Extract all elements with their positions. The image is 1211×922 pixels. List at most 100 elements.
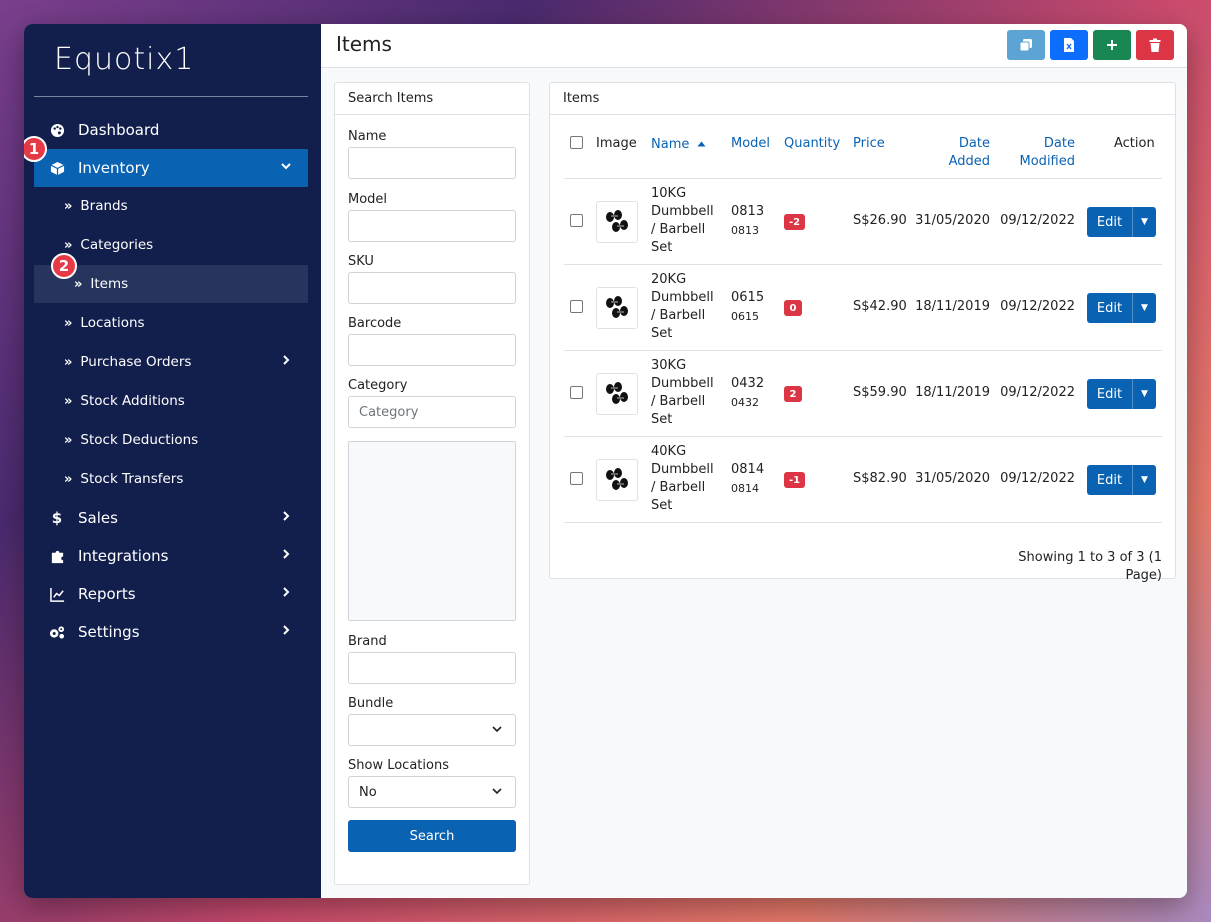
chevron-right-icon: [280, 548, 292, 564]
dollar-icon: $: [51, 509, 63, 527]
delete-button[interactable]: [1136, 30, 1174, 60]
sidebar-item-inventory[interactable]: Inventory: [34, 149, 308, 187]
double-chevron-right-icon: »: [64, 432, 73, 448]
item-thumbnail: [596, 201, 638, 243]
sidebar-item-reports[interactable]: Reports: [34, 575, 308, 613]
caret-down-icon[interactable]: ▼: [1133, 475, 1156, 485]
edit-button-label: Edit: [1096, 214, 1123, 230]
caret-down-icon[interactable]: ▼: [1133, 217, 1156, 227]
sidebar-item-label: Reports: [78, 585, 136, 603]
row-checkbox[interactable]: [570, 300, 583, 313]
file-excel-icon: [1064, 38, 1074, 52]
barcode-field[interactable]: [348, 334, 516, 366]
caret-down-icon[interactable]: ▼: [1133, 303, 1156, 313]
logo: Equotix1: [54, 42, 195, 77]
pagination-info: Showing 1 to 3 of 3 (1 Page): [1018, 550, 1162, 583]
sku-field[interactable]: [348, 272, 516, 304]
add-item-button[interactable]: [1093, 30, 1131, 60]
chevron-down-icon: [280, 160, 292, 176]
item-name: 10KG Dumbbell / Barbell Set: [651, 185, 714, 257]
edit-button[interactable]: Edit ▼: [1087, 379, 1156, 409]
item-thumbnail: [596, 373, 638, 415]
item-name-line: / Barbell: [651, 480, 706, 495]
app-window: Equotix1 Dashboard Inventory » Brands » …: [24, 24, 1187, 898]
column-header-model[interactable]: Model: [731, 135, 770, 153]
row-checkbox[interactable]: [570, 214, 583, 227]
item-name-line: 10KG: [651, 186, 687, 201]
box-icon: [48, 161, 66, 176]
name-label: Name: [348, 129, 387, 144]
export-excel-button[interactable]: [1050, 30, 1088, 60]
category-list[interactable]: [348, 441, 516, 621]
sidebar-item-stock-transfers[interactable]: » Stock Transfers: [34, 460, 308, 498]
chevron-right-icon: [280, 510, 292, 526]
row-checkbox[interactable]: [570, 472, 583, 485]
item-date-modified: 09/12/2022: [1000, 385, 1075, 400]
bundle-select[interactable]: [348, 714, 516, 746]
puzzle-icon: [48, 549, 66, 564]
page-title: Items: [336, 32, 392, 56]
category-field[interactable]: Category: [348, 396, 516, 428]
model-field[interactable]: [348, 210, 516, 242]
sidebar-item-purchase-orders[interactable]: » Purchase Orders: [34, 343, 308, 381]
edit-button[interactable]: Edit ▼: [1087, 293, 1156, 323]
model-label: Model: [348, 192, 388, 207]
sidebar-item-settings[interactable]: Settings: [34, 613, 308, 651]
brand-field[interactable]: [348, 652, 516, 684]
column-header-date-modified[interactable]: Date Modified: [1005, 135, 1075, 171]
double-chevron-right-icon: »: [64, 198, 73, 214]
item-price: S$82.90: [853, 471, 907, 486]
trash-icon: [1149, 38, 1161, 52]
edit-button[interactable]: Edit ▼: [1087, 207, 1156, 237]
sidebar-item-integrations[interactable]: Integrations: [34, 537, 308, 575]
row-divider: [564, 522, 1162, 523]
edit-button-label: Edit: [1096, 386, 1123, 402]
item-name-line: Set: [651, 326, 673, 341]
copy-button[interactable]: [1007, 30, 1045, 60]
item-name-line: Set: [651, 240, 673, 255]
sidebar-item-locations[interactable]: » Locations: [34, 304, 308, 342]
column-header-name[interactable]: Name: [651, 136, 706, 154]
item-name-line: Set: [651, 498, 673, 513]
name-field[interactable]: [348, 147, 516, 179]
items-panel-title: Items: [550, 83, 1175, 115]
item-name-line: Dumbbell: [651, 204, 714, 219]
item-name-line: Set: [651, 412, 673, 427]
sidebar-item-label: Sales: [78, 509, 118, 527]
plus-icon: [1107, 40, 1117, 50]
chevron-right-icon: [280, 624, 292, 640]
search-button[interactable]: Search: [348, 820, 516, 852]
item-model: 0432: [731, 376, 765, 391]
sku-label: SKU: [348, 254, 374, 269]
category-label: Category: [348, 378, 408, 393]
column-header-image: Image: [596, 136, 637, 151]
sidebar-item-brands[interactable]: » Brands: [34, 187, 308, 225]
sidebar-item-dashboard[interactable]: Dashboard: [34, 111, 308, 149]
column-header-quantity[interactable]: Quantity: [784, 135, 840, 153]
item-thumbnail: [596, 459, 638, 501]
column-header-date-added[interactable]: Date Added: [930, 135, 990, 171]
row-divider: [564, 178, 1162, 179]
edit-button-label: Edit: [1096, 300, 1123, 316]
item-price: S$26.90: [853, 213, 907, 228]
column-header-price[interactable]: Price: [853, 135, 885, 153]
sidebar-item-label: Dashboard: [78, 121, 160, 139]
sidebar-item-label: Stock Additions: [80, 393, 185, 409]
item-name: 40KG Dumbbell / Barbell Set: [651, 443, 714, 515]
sidebar-item-label: Stock Transfers: [80, 471, 184, 487]
sidebar-item-stock-additions[interactable]: » Stock Additions: [34, 382, 308, 420]
sidebar-item-label: Locations: [80, 315, 145, 331]
edit-button[interactable]: Edit ▼: [1087, 465, 1156, 495]
row-divider: [564, 264, 1162, 265]
show-locations-value: No: [359, 784, 377, 800]
row-checkbox[interactable]: [570, 386, 583, 399]
show-locations-select[interactable]: No: [348, 776, 516, 808]
item-name-line: / Barbell: [651, 308, 706, 323]
dumbbell-image-icon: [606, 468, 628, 490]
select-all-checkbox[interactable]: [570, 136, 583, 149]
sidebar-item-sales[interactable]: $ Sales: [34, 499, 308, 537]
item-date-added: 18/11/2019: [915, 385, 990, 400]
caret-down-icon[interactable]: ▼: [1133, 389, 1156, 399]
item-sku: 0813: [731, 224, 759, 237]
sidebar-item-stock-deductions[interactable]: » Stock Deductions: [34, 421, 308, 459]
